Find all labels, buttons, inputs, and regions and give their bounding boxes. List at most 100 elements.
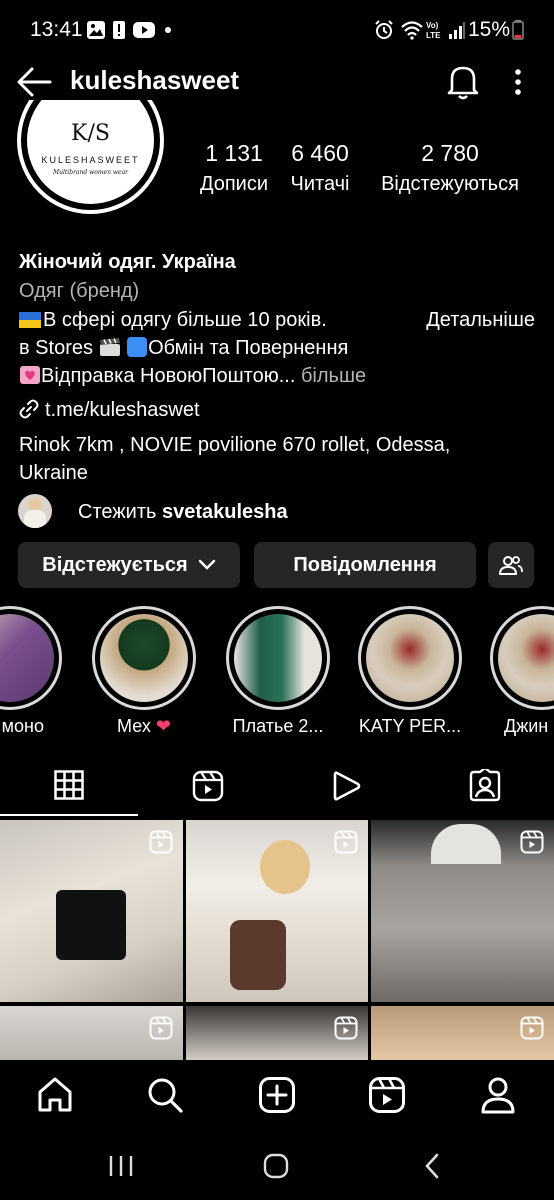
- more-vertical-icon[interactable]: [512, 68, 524, 98]
- highlight-label: Джин: [504, 716, 549, 736]
- profile-avatar[interactable]: K/S KULESHASWEET Multibrand women wear: [17, 100, 164, 214]
- grid-post[interactable]: [186, 820, 368, 1002]
- highlight-cover: [498, 614, 554, 702]
- stat-following-label: Відстежуються: [381, 173, 519, 195]
- suggested-people-button[interactable]: [488, 542, 534, 588]
- profile-category: Одяг (бренд): [19, 280, 140, 302]
- reel-badge-icon: [149, 830, 173, 854]
- signal-icon: [449, 22, 465, 39]
- followed-by-user: svetakulesha: [161, 501, 288, 523]
- bio-line-2: в Stores Обмін та Повернення: [19, 334, 348, 362]
- volte-icon: Vo) LTE: [426, 21, 441, 40]
- home-icon[interactable]: [36, 1076, 74, 1114]
- alarm-icon: [375, 20, 393, 39]
- reel-badge-icon: [520, 1016, 544, 1040]
- profile-icon[interactable]: [480, 1076, 516, 1114]
- highlight-cover: [234, 614, 322, 702]
- bio-line-2-text: Обмін та Повернення: [148, 337, 349, 359]
- stat-posts-label: Дописи: [199, 173, 269, 195]
- reel-badge-icon: [334, 1016, 358, 1040]
- home-circle-icon[interactable]: [262, 1152, 290, 1180]
- reel-badge-icon: [520, 830, 544, 854]
- highlight-label: Мех ❤: [117, 716, 171, 736]
- following-button-label: Відстежується: [42, 553, 188, 576]
- link-icon: [19, 399, 39, 419]
- bell-icon[interactable]: [446, 62, 480, 100]
- highlight-dress[interactable]: Платье 2...: [226, 606, 330, 737]
- highlight-cover: [366, 614, 454, 702]
- grid-icon[interactable]: [54, 770, 84, 800]
- grid-post[interactable]: [371, 1006, 554, 1062]
- bio-address[interactable]: Rinok 7km , NOVIE povilione 670 rollet, …: [19, 431, 450, 459]
- gallery-icon: [87, 21, 105, 39]
- highlight-mono[interactable]: моно: [0, 606, 62, 737]
- profile-name: Жіночий одяг. Україна: [19, 251, 236, 273]
- dot-icon: [165, 27, 171, 33]
- avatar-brand: KULESHASWEET: [41, 155, 140, 165]
- stat-posts-value: 1 131: [205, 140, 263, 166]
- grid-post[interactable]: [0, 1006, 183, 1062]
- wifi-icon: [401, 21, 423, 40]
- highlight-cover: [100, 614, 188, 702]
- highlight-label: KATY PER...: [358, 716, 462, 736]
- system-navigation-bar: [0, 1134, 554, 1200]
- reel-badge-icon: [334, 830, 358, 854]
- stat-followers-value: 6 460: [291, 140, 349, 166]
- reels-icon[interactable]: [192, 770, 224, 802]
- grid-post[interactable]: [0, 820, 183, 1002]
- stat-followers[interactable]: 6 460 Читачі: [284, 140, 356, 196]
- highlight-jeans[interactable]: Джин: [490, 606, 554, 737]
- bio-line-1-text: В сфері одягу більше 10 років.: [43, 309, 327, 331]
- bio-more-link[interactable]: більше: [301, 365, 366, 387]
- search-icon[interactable]: [146, 1076, 184, 1114]
- bottom-navigation: [0, 1060, 554, 1134]
- status-time: 13:41: [30, 18, 83, 41]
- content-tabs: [0, 752, 554, 818]
- followed-by-text[interactable]: Стежить svetakulesha: [78, 498, 288, 526]
- highlight-mekh[interactable]: Мех ❤: [92, 606, 196, 737]
- active-tab-indicator: [0, 814, 138, 816]
- clapper-icon: [99, 338, 120, 356]
- details-link[interactable]: Детальніше: [426, 306, 535, 334]
- recents-icon[interactable]: [108, 1154, 134, 1178]
- back-chevron-icon[interactable]: [422, 1152, 442, 1180]
- stat-following[interactable]: 2 780 Відстежуються: [372, 140, 528, 196]
- following-button[interactable]: Відстежується: [18, 542, 240, 588]
- message-button[interactable]: Повідомлення: [254, 542, 476, 588]
- highlight-label: моно: [1, 716, 44, 736]
- profile-username: kuleshasweet: [70, 65, 240, 95]
- alert-icon: [113, 21, 125, 39]
- bio-link-text: t.me/kuleshaswet: [45, 399, 200, 421]
- reel-badge-icon: [149, 1016, 173, 1040]
- mutual-follower-avatar[interactable]: [18, 494, 52, 528]
- chevron-down-icon: [198, 559, 215, 570]
- message-button-label: Повідомлення: [293, 553, 437, 576]
- bio-line-3-text: Відправка НовоюПоштою...: [41, 365, 296, 387]
- avatar-monogram: K/S: [71, 121, 110, 146]
- create-icon[interactable]: [258, 1076, 296, 1114]
- grid-post[interactable]: [186, 1006, 368, 1062]
- highlight-cover: [0, 614, 54, 702]
- battery-icon: [512, 20, 524, 40]
- highlight-katy-perry[interactable]: KATY PER...: [358, 606, 462, 737]
- tagged-icon[interactable]: [468, 769, 502, 803]
- back-arrow-icon[interactable]: [16, 66, 52, 98]
- bio-link[interactable]: t.me/kuleshaswet: [19, 396, 200, 424]
- posts-grid: [0, 820, 554, 1062]
- stat-following-value: 2 780: [421, 140, 479, 166]
- status-bar: 13:41 Vo) LTE 15%: [0, 0, 554, 60]
- highlight-label: Платье 2...: [232, 716, 324, 736]
- reels-nav-icon[interactable]: [368, 1076, 406, 1114]
- svg-text:LTE: LTE: [426, 31, 441, 40]
- youtube-icon: [133, 22, 155, 38]
- avatar-tagline: Multibrand women wear: [52, 169, 129, 176]
- stat-posts[interactable]: 1 131 Дописи: [190, 140, 278, 196]
- bio-address-line-2[interactable]: Ukraine: [19, 459, 88, 487]
- stat-followers-label: Читачі: [290, 173, 350, 195]
- blue-square-icon: [127, 337, 148, 357]
- heart-letter-icon: [20, 366, 40, 384]
- add-person-icon: [499, 556, 523, 575]
- video-icon[interactable]: [332, 770, 362, 802]
- bio-line-3: Відправка НовоюПоштою... більше: [19, 362, 366, 390]
- grid-post[interactable]: [371, 820, 554, 1002]
